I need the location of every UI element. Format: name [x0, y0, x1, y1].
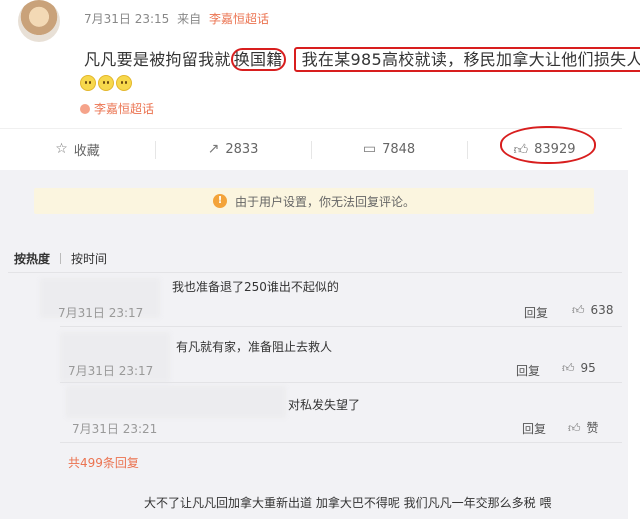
post-timestamp: 7月31日 23:15 [84, 12, 170, 26]
divider [60, 253, 62, 264]
sort-bar: 按热度 按时间 [14, 250, 107, 267]
thumbs-up-icon: 👍︎ [562, 361, 575, 375]
comment-like-button[interactable]: 👍︎ 638 [572, 303, 613, 318]
repost-count: 2833 [225, 141, 259, 157]
reply-button[interactable]: 回复 [522, 420, 546, 437]
reply-button[interactable]: 回复 [516, 362, 540, 379]
comment-like-count: 638 [590, 303, 614, 317]
more-replies-link[interactable]: 共499条回复 [68, 454, 139, 471]
comment-like-label: 赞 [586, 421, 599, 435]
post-text: 凡凡要是被拘留我就 换国籍 我在某985高校就读，移民加拿大让他们损失人才 [84, 46, 640, 72]
comment-like-button[interactable]: 👍︎ 赞 [568, 419, 599, 436]
divider [60, 442, 622, 443]
reply-button[interactable]: 回复 [524, 304, 548, 321]
repost-button[interactable]: ↗ 2833 [155, 129, 311, 169]
divider [60, 326, 622, 327]
comment-like-count: 95 [580, 361, 596, 375]
warning-icon: ! [212, 194, 227, 208]
comment-text: 对私发失望了 [288, 398, 361, 412]
comment-text: 大不了让凡凡回加拿大重新出道 加拿大巴不得呢 我们凡凡一年交那么多税 喂 [144, 496, 552, 510]
divider [60, 382, 622, 383]
sort-by-hot-tab[interactable]: 按热度 [14, 252, 50, 266]
comment-time: 7月31日 23:21 [72, 422, 158, 436]
divider [8, 272, 622, 273]
topic-label: 李嘉恒超话 [94, 102, 155, 116]
avatar[interactable] [18, 0, 60, 42]
thumbs-up-icon: 👍︎ [568, 421, 581, 435]
comment-icon: ▭ [362, 141, 377, 157]
post-text-circled: 换国籍 [233, 50, 283, 69]
notice-text: 由于用户设置，你无法回复评论。 [234, 194, 415, 209]
comment-time: 7月31日 23:17 [58, 306, 144, 320]
star-icon: ☆ [55, 141, 68, 157]
smile-emoji-icon [116, 75, 132, 91]
emoji-row [80, 75, 132, 91]
sort-by-time-tab[interactable]: 按时间 [71, 252, 107, 266]
comment-text: 有凡就有家，准备阻止去救人 [176, 340, 333, 354]
thumbs-up-icon: 👍︎ [572, 303, 585, 317]
post-text-boxed: 我在某985高校就读，移民加拿大让他们损失人才 [301, 50, 640, 69]
post-source-link[interactable]: 李嘉恒超话 [209, 12, 269, 26]
comment-like-button[interactable]: 👍︎ 95 [562, 361, 596, 376]
comment-count: 7848 [382, 141, 416, 157]
collect-button[interactable]: ☆ 收藏 [0, 129, 155, 169]
red-circle-annotation: 换国籍 [230, 48, 286, 71]
smile-emoji-icon [98, 75, 114, 91]
comment-text: 我也准备退了250谁出不起似的 [172, 280, 339, 294]
post-meta: 7月31日 23:15 来自 李嘉恒超话 [84, 10, 269, 27]
blurred-avatar-region [66, 386, 286, 418]
red-circle-annotation [500, 126, 596, 164]
reply-restricted-notice: ! 由于用户设置，你无法回复评论。 [34, 188, 594, 214]
comment-button[interactable]: ▭ 7848 [311, 129, 467, 169]
source-prefix: 来自 [177, 12, 202, 26]
red-box-annotation: 我在某985高校就读，移民加拿大让他们损失人才 [293, 47, 640, 72]
topic-icon [80, 104, 90, 114]
smile-emoji-icon [80, 75, 96, 91]
post-text-part1: 凡凡要是被拘留我就 [84, 50, 231, 69]
collect-label: 收藏 [73, 143, 100, 159]
topic-tag[interactable]: 李嘉恒超话 [80, 100, 154, 117]
repost-icon: ↗ [207, 141, 220, 157]
comment-time: 7月31日 23:17 [68, 364, 154, 378]
